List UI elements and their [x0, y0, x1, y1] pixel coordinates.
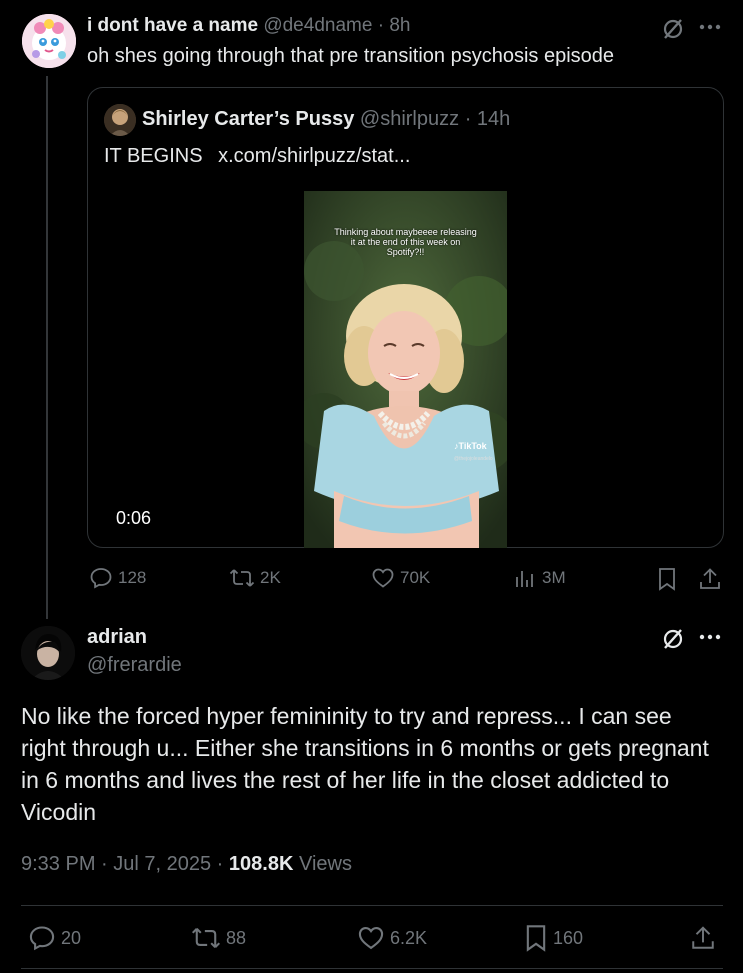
video-player[interactable]: Thinking about maybeeee releasing it at …: [304, 191, 507, 548]
tweet-text: oh shes going through that pre transitio…: [87, 45, 615, 67]
thread-connector-line: [46, 76, 48, 619]
quoted-tweet-text: IT BEGINS x.com/shirlpuzz/stat...: [104, 145, 410, 168]
quoted-link[interactable]: x.com/shirlpuzz/stat...: [218, 145, 410, 167]
divider: [21, 968, 723, 969]
share-button[interactable]: [690, 924, 716, 952]
bookmark-icon: [659, 568, 675, 591]
like-count: 6.2K: [390, 927, 428, 948]
reply-button[interactable]: 128: [89, 566, 146, 590]
like-count: 70K: [400, 568, 431, 587]
tweet-metadata: 9:33 PM · Jul 7, 2025 · 108.8K Views: [21, 853, 352, 876]
views-count: 108.8K: [228, 853, 294, 875]
video-duration: 0:06: [116, 508, 152, 528]
tweet-text: No like the forced hyper femininity to t…: [21, 703, 709, 825]
repost-button[interactable]: 2K: [229, 566, 281, 590]
tweet-header: i dont have a name @de4dname · 8h: [87, 15, 410, 37]
like-button[interactable]: 6.2K: [357, 924, 427, 952]
avatar[interactable]: [22, 14, 76, 68]
repost-button[interactable]: 88: [191, 924, 246, 952]
post-timestamp[interactable]: 9:33 PM · Jul 7, 2025: [21, 853, 211, 875]
heart-icon: [358, 927, 384, 950]
share-icon: [700, 568, 720, 589]
quoted-text: IT BEGINS: [104, 145, 203, 167]
share-button[interactable]: [698, 566, 722, 592]
repost-icon: [229, 569, 255, 587]
quoted-timestamp[interactable]: 14h: [477, 108, 510, 130]
bookmark-icon: [526, 925, 546, 952]
share-icon: [692, 926, 714, 949]
quoted-handle[interactable]: @shirlpuzz: [360, 108, 459, 130]
divider: [21, 905, 723, 906]
bookmark-button[interactable]: 160: [524, 924, 583, 952]
handle[interactable]: @de4dname: [263, 15, 372, 36]
more-options-icon[interactable]: [697, 16, 723, 38]
grok-icon[interactable]: [660, 626, 686, 652]
timestamp[interactable]: 8h: [389, 15, 410, 36]
repost-count: 2K: [260, 568, 281, 587]
grok-icon[interactable]: [660, 16, 686, 42]
analytics-icon: [516, 571, 533, 587]
heart-icon: [372, 568, 394, 588]
video-caption: Thinking about maybeeee releasing it at …: [334, 227, 477, 257]
separator-dot: ·: [464, 108, 472, 130]
reply-icon: [90, 568, 112, 589]
quoted-tweet-header: Shirley Carter’s Pussy @shirlpuzz · 14h: [142, 108, 510, 131]
display-name[interactable]: i dont have a name: [87, 15, 258, 36]
reply-count: 128: [118, 568, 147, 587]
repost-icon: [191, 928, 221, 948]
reply-count: 20: [61, 927, 82, 948]
separator-dot: ·: [216, 853, 224, 875]
quoted-avatar[interactable]: [104, 104, 136, 136]
display-name[interactable]: adrian: [87, 626, 147, 649]
bookmark-button[interactable]: [655, 566, 679, 592]
handle[interactable]: @frerardie: [87, 654, 182, 677]
more-options-icon[interactable]: [697, 626, 723, 648]
avatar[interactable]: [21, 626, 75, 680]
views-count: 3M: [542, 568, 566, 587]
separator-dot: ·: [377, 15, 385, 36]
repost-count: 88: [226, 927, 247, 948]
tiktok-watermark: ♪TikTok: [454, 441, 487, 451]
views-button[interactable]: 3M: [513, 566, 566, 590]
tiktok-watermark-handle: @thejojoleandelo: [454, 456, 493, 462]
like-button[interactable]: 70K: [371, 566, 430, 590]
quoted-display-name[interactable]: Shirley Carter’s Pussy: [142, 108, 354, 130]
reply-button[interactable]: 20: [28, 924, 81, 952]
views-label: Views: [298, 853, 352, 875]
reply-icon: [29, 926, 55, 951]
bookmark-count: 160: [553, 927, 584, 948]
